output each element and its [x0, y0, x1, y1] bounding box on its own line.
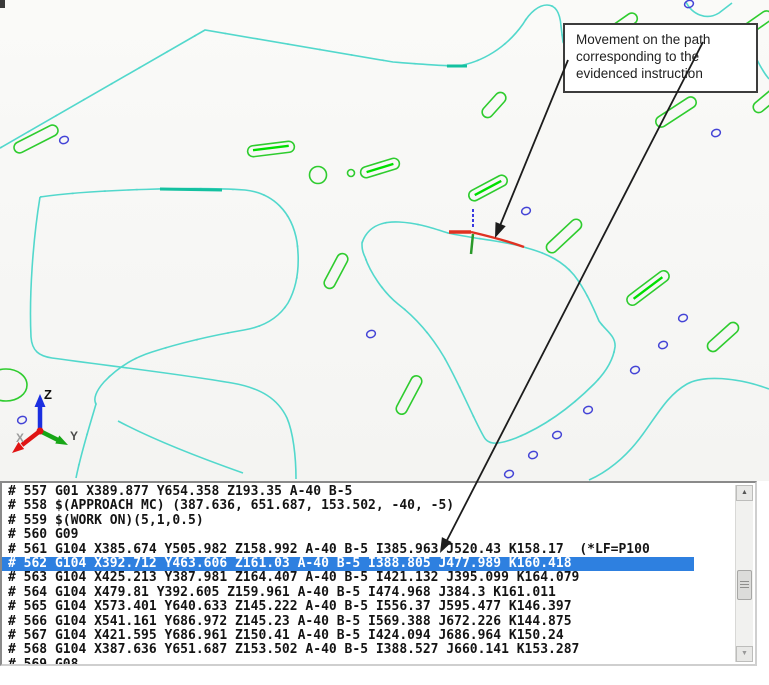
axis-y-label: Y: [70, 429, 78, 443]
annotation-line: Movement on the path: [576, 31, 756, 48]
annotation-box: Movement on the path corresponding to th…: [563, 23, 758, 93]
code-line[interactable]: # 569 G08: [2, 658, 736, 664]
annotation-line: evidenced instruction: [576, 65, 756, 82]
code-line[interactable]: # 566 G104 X541.161 Y686.972 Z145.23 A-4…: [2, 615, 736, 629]
scroll-down-icon: ▼: [741, 650, 748, 657]
code-line[interactable]: # 561 G104 X385.674 Y505.982 Z158.992 A-…: [2, 543, 736, 557]
scroll-up-icon: ▲: [741, 489, 748, 496]
code-panel[interactable]: # 557 G01 X389.877 Y654.358 Z193.35 A-40…: [0, 481, 757, 666]
cam-software-screen: Z Y X Movement on the path corresponding…: [0, 0, 769, 685]
scroll-down-button[interactable]: ▼: [736, 646, 753, 662]
scroll-thumb[interactable]: [737, 570, 752, 600]
axis-z-label: Z: [44, 387, 52, 402]
code-line[interactable]: # 563 G104 X425.213 Y387.981 Z164.407 A-…: [2, 571, 736, 585]
code-line[interactable]: # 557 G01 X389.877 Y654.358 Z193.35 A-40…: [2, 485, 736, 499]
code-line-highlighted[interactable]: # 562 G104 X392.712 Y463.606 Z161.03 A-4…: [2, 557, 694, 571]
code-line[interactable]: # 559 $(WORK ON)(5,1,0.5): [2, 514, 736, 528]
code-line[interactable]: # 564 G104 X479.81 Y392.605 Z159.961 A-4…: [2, 586, 736, 600]
code-line[interactable]: # 568 G104 X387.636 Y651.687 Z153.502 A-…: [2, 643, 736, 657]
code-line[interactable]: # 565 G104 X573.401 Y640.633 Z145.222 A-…: [2, 600, 736, 614]
axis-x-label: X: [16, 431, 24, 445]
code-line[interactable]: # 567 G104 X421.595 Y686.961 Z150.41 A-4…: [2, 629, 736, 643]
annotation-line: corresponding to the: [576, 48, 756, 65]
code-listing: # 557 G01 X389.877 Y654.358 Z193.35 A-40…: [2, 483, 736, 664]
code-line[interactable]: # 558 $(APPROACH MC) (387.636, 651.687, …: [2, 499, 736, 513]
scroll-up-button[interactable]: ▲: [736, 485, 753, 501]
code-line[interactable]: # 560 G09: [2, 528, 736, 542]
corner-artifact: [0, 0, 5, 8]
code-scrollbar[interactable]: ▲ ▼: [735, 485, 753, 662]
